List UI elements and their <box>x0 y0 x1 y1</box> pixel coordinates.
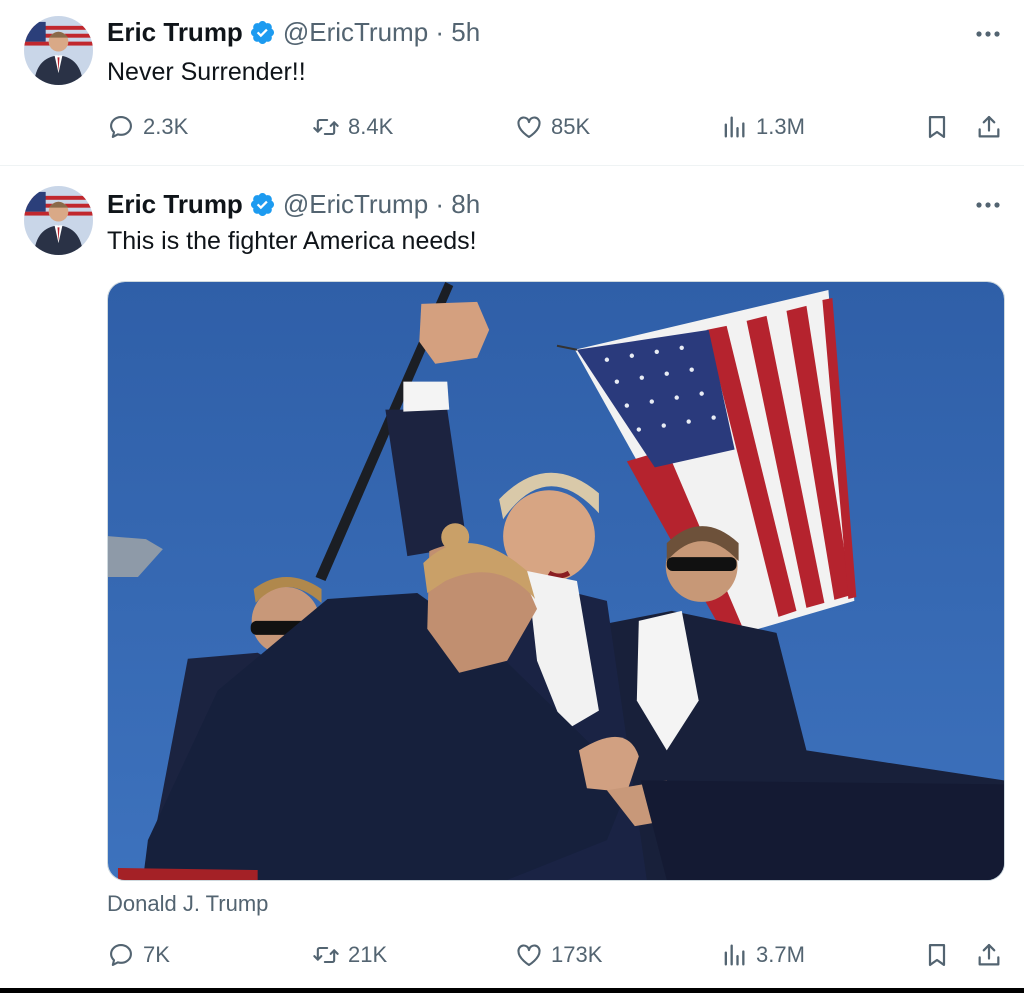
timestamp[interactable]: 5h <box>451 16 480 48</box>
photo-image <box>108 282 1004 880</box>
retweet-count: 8.4K <box>348 114 394 139</box>
avatar-image <box>24 186 93 255</box>
share-icon <box>975 941 1003 969</box>
like-count: 85K <box>551 114 591 139</box>
avatar[interactable] <box>24 186 93 255</box>
views-count: 3.7M <box>756 942 805 967</box>
more-options-icon[interactable] <box>974 24 1002 44</box>
reply-button[interactable]: 2.3K <box>107 110 188 144</box>
author-handle[interactable]: @EricTrump <box>283 188 428 220</box>
like-count: 173K <box>551 942 603 967</box>
reply-icon <box>107 113 135 141</box>
retweet-icon <box>312 941 340 969</box>
author-name[interactable]: Eric Trump <box>107 16 243 48</box>
share-icon <box>975 113 1003 141</box>
tweet-text: Never Surrender!! <box>107 58 306 86</box>
reply-count: 7K <box>143 942 170 967</box>
bookmark-button[interactable] <box>923 110 951 144</box>
like-button[interactable]: 85K <box>515 110 590 144</box>
bottom-border <box>0 988 1024 993</box>
retweet-icon <box>312 113 340 141</box>
bookmark-icon <box>923 941 951 969</box>
retweet-button[interactable]: 8.4K <box>312 110 393 144</box>
bookmark-button[interactable] <box>923 938 951 972</box>
tweet[interactable]: Eric Trump @EricTrump · 8h This is the f… <box>0 167 1024 987</box>
share-button[interactable] <box>975 110 1003 144</box>
tweet-photo[interactable] <box>107 281 1005 881</box>
retweet-button[interactable]: 21K <box>312 938 387 972</box>
tweet-header: Eric Trump @EricTrump · 5h <box>107 16 480 48</box>
reply-count: 2.3K <box>143 114 189 139</box>
heart-icon <box>515 113 543 141</box>
views-button[interactable]: 3.7M <box>720 938 805 972</box>
like-button[interactable]: 173K <box>515 938 602 972</box>
share-button[interactable] <box>975 938 1003 972</box>
reply-button[interactable]: 7K <box>107 938 170 972</box>
views-button[interactable]: 1.3M <box>720 110 805 144</box>
retweet-count: 21K <box>348 942 388 967</box>
heart-icon <box>515 941 543 969</box>
author-name[interactable]: Eric Trump <box>107 188 243 220</box>
tweet-text: This is the fighter America needs! <box>107 227 477 255</box>
verified-badge-icon <box>249 191 276 218</box>
more-options-icon[interactable] <box>974 195 1002 215</box>
tweet[interactable]: Eric Trump @EricTrump · 5h Never Surrend… <box>0 0 1024 166</box>
verified-badge-icon <box>249 19 276 46</box>
views-chart-icon <box>720 941 748 969</box>
avatar-image <box>24 16 93 85</box>
avatar[interactable] <box>24 16 93 85</box>
bookmark-icon <box>923 113 951 141</box>
separator-dot: · <box>428 189 452 219</box>
tweet-header: Eric Trump @EricTrump · 8h <box>107 188 480 220</box>
tweet-actions: 7K 21K 173K 3.7M <box>107 938 1007 972</box>
timestamp[interactable]: 8h <box>451 188 480 220</box>
tweet-actions: 2.3K 8.4K 85K 1.3M <box>107 110 1007 144</box>
reply-icon <box>107 941 135 969</box>
separator-dot: · <box>428 17 452 47</box>
views-chart-icon <box>720 113 748 141</box>
views-count: 1.3M <box>756 114 805 139</box>
media-caption[interactable]: Donald J. Trump <box>107 890 268 918</box>
author-handle[interactable]: @EricTrump <box>283 16 428 48</box>
